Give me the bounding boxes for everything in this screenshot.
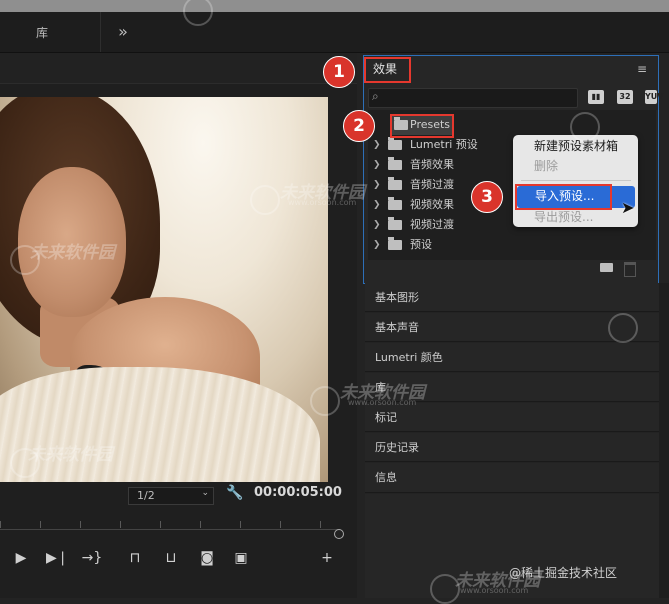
step-badge-2: 2 <box>343 110 375 142</box>
watermark-logo-icon <box>310 386 340 416</box>
go-to-out-icon[interactable]: →} <box>81 548 103 568</box>
camera-icon[interactable]: ◙ <box>196 548 218 568</box>
window-top-strip <box>0 0 669 12</box>
preset-folder-icon <box>388 237 402 250</box>
add-icon[interactable]: + <box>316 548 338 568</box>
more-tabs-button[interactable]: » <box>108 12 138 52</box>
time-ruler[interactable] <box>0 515 340 530</box>
tree-item-label: 视频过渡 <box>410 218 454 231</box>
watermark-url: www.orsoon.com <box>288 198 357 207</box>
accelerated-effects-filter-icon[interactable]: ▮▮ <box>588 90 604 104</box>
chevron-right-icon: ❯ <box>373 160 381 170</box>
highlight-effects-tab <box>364 57 411 83</box>
folder-icon <box>388 197 402 210</box>
tree-item-label: 视频效果 <box>410 198 454 211</box>
watermark-url: www.orsoon.com <box>460 586 529 595</box>
watermark-text: 未来软件园 <box>30 243 115 263</box>
chevron-right-icon: ❯ <box>373 140 381 150</box>
menu-item-export-presets[interactable]: 导出预设... <box>513 207 638 227</box>
highlight-import-presets <box>515 184 612 210</box>
highlight-presets-item <box>390 114 454 138</box>
step-badge-1: 1 <box>323 56 355 88</box>
duration-timecode: 00:00:05:00 <box>254 485 342 500</box>
new-bin-icon[interactable] <box>600 263 613 272</box>
right-scrollbar[interactable] <box>659 283 669 598</box>
watermark-text: 未来软件园 <box>28 445 113 465</box>
resolution-select[interactable]: 1/2 ⌄ <box>128 487 214 505</box>
settings-wrench-icon[interactable]: 🔧 <box>226 485 243 501</box>
chevron-down-icon: ⌄ <box>201 488 209 498</box>
menu-separator <box>521 180 631 181</box>
yuv-filter-icon[interactable]: YUV <box>645 90 663 104</box>
program-monitor-header <box>0 53 357 84</box>
step-forward-icon[interactable]: ▶❘ <box>46 548 69 568</box>
trash-icon[interactable] <box>624 262 636 277</box>
watermark-logo-icon <box>608 313 638 343</box>
panel-essential-graphics[interactable]: 基本图形 <box>365 283 659 312</box>
folder-icon <box>388 217 402 230</box>
watermark-logo-icon <box>250 185 280 215</box>
tree-item-label: Lumetri 预设 <box>410 138 478 151</box>
folder-icon <box>388 137 402 150</box>
tree-item-presets-cn[interactable]: ❯ 预设 <box>370 235 656 255</box>
effects-search-input[interactable] <box>368 88 578 108</box>
video-preview[interactable] <box>0 97 328 482</box>
chevron-right-icon: ❯ <box>373 220 381 230</box>
chevron-right-icon: ❯ <box>373 200 381 210</box>
panel-menu-icon[interactable]: ≡ <box>637 62 647 76</box>
attribution-text: @稀土掘金技术社区 <box>509 566 618 580</box>
tab-library-label: 库 <box>36 26 49 40</box>
chevron-right-icon: ❯ <box>373 240 381 250</box>
tree-item-label: 音频过渡 <box>410 178 454 191</box>
chevron-right-icon: ❯ <box>373 180 381 190</box>
tree-item-label: 音频效果 <box>410 158 454 171</box>
mouse-cursor-icon: ➤ <box>621 198 635 217</box>
32bit-filter-icon[interactable]: 32 <box>617 90 633 104</box>
menu-item-delete[interactable]: 删除 <box>513 156 638 176</box>
resolution-value: 1/2 <box>137 489 155 502</box>
insert-icon[interactable]: ⊓ <box>124 548 146 568</box>
folder-icon <box>388 157 402 170</box>
playhead-handle[interactable] <box>334 529 344 539</box>
search-icon: ⌕ <box>372 89 379 103</box>
play-icon[interactable]: ▶ <box>10 548 32 568</box>
step-badge-3: 3 <box>471 181 503 213</box>
panel-markers[interactable]: 标记 <box>365 403 659 432</box>
folder-icon <box>388 177 402 190</box>
panel-info[interactable]: 信息 <box>365 463 659 493</box>
watermark-logo-icon <box>570 112 600 142</box>
overwrite-icon[interactable]: ⊔ <box>160 548 182 568</box>
panel-history[interactable]: 历史记录 <box>365 433 659 462</box>
tree-item-label: 预设 <box>410 238 432 251</box>
compare-icon[interactable]: ▣ <box>230 548 252 568</box>
watermark-url: www.orsoon.com <box>348 398 417 407</box>
tab-library[interactable]: 库 <box>0 12 101 52</box>
panel-lumetri-color[interactable]: Lumetri 颜色 <box>365 343 659 372</box>
